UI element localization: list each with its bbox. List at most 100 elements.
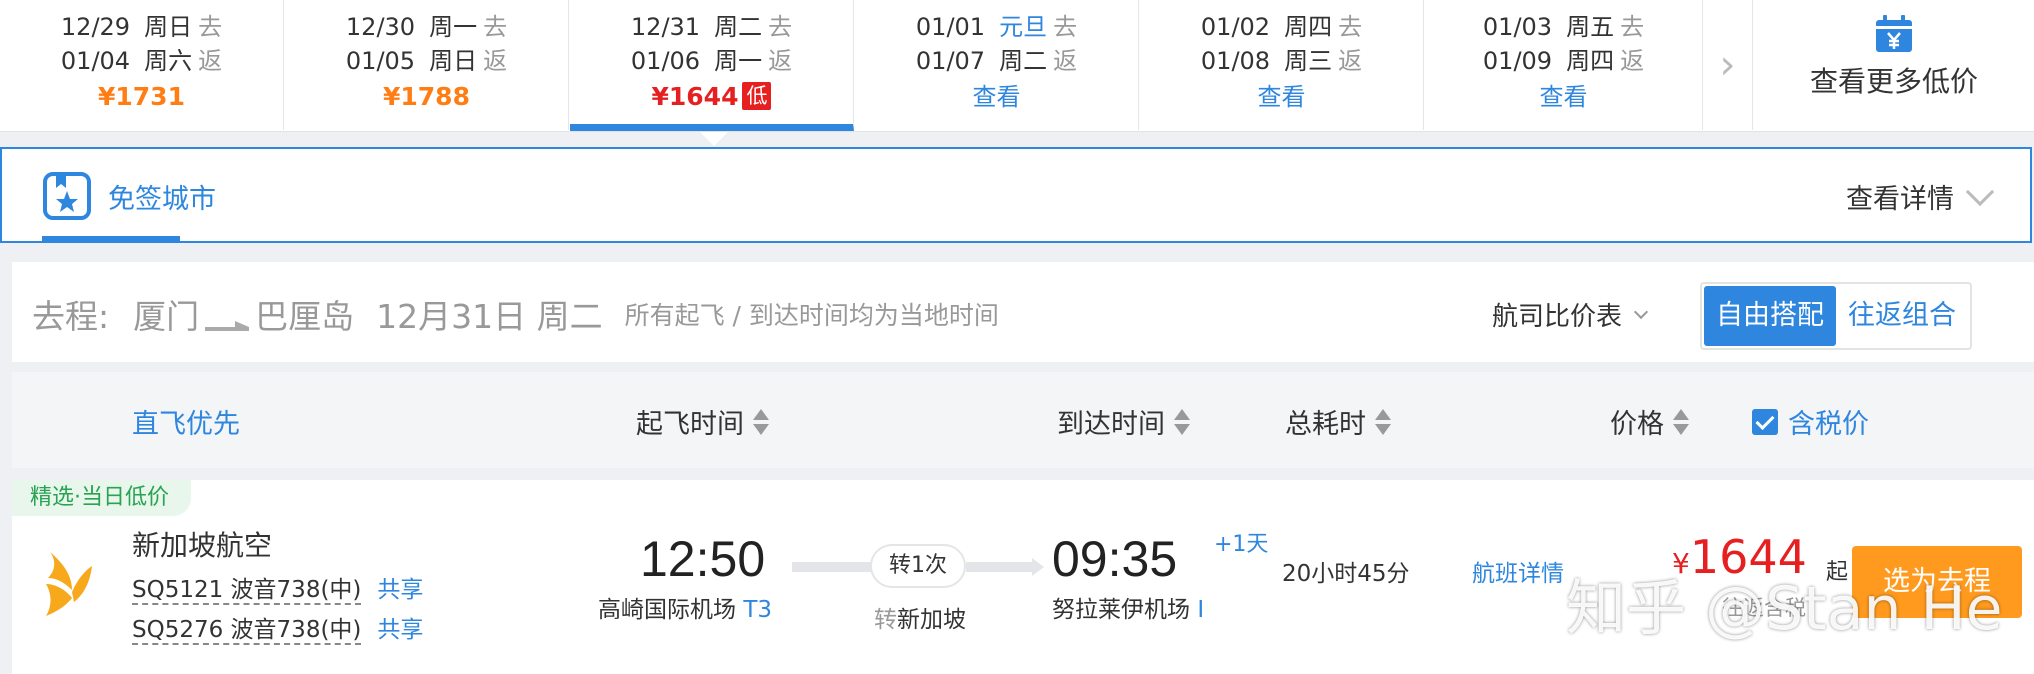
sort-price-label: 价格 — [1610, 409, 1664, 440]
travel-date: 12月31日 周二 — [376, 297, 603, 336]
next-day-indicator: +1天 — [1214, 532, 1269, 557]
flight-number[interactable]: SQ5121 波音738(中) — [132, 577, 362, 605]
selected-date-pointer — [700, 132, 728, 146]
ret-dir: 返 — [198, 47, 223, 75]
more-low-prices-label: 查看更多低价 — [1809, 65, 1978, 98]
tax-included-checkbox[interactable]: 含税价 — [1752, 402, 1869, 441]
sort-price[interactable]: 价格 — [1610, 402, 1690, 441]
transfer-city: 转新加坡 — [874, 600, 966, 634]
date-cell-1231-selected[interactable]: 12/31 周二去 01/06 周一返 ¥1644 低 — [570, 0, 854, 131]
visa-free-label: 免签城市 — [108, 183, 216, 215]
arrival-time: 09:35 — [1052, 531, 1178, 587]
airline-compare-label: 航司比价表 — [1492, 302, 1623, 332]
route-header: 去程: 厦门 巴厘岛 12月31日 周二 所有起飞 / 到达时间均为当地时间 航… — [12, 262, 2034, 362]
route-summary: 去程: 厦门 巴厘岛 12月31日 周二 所有起飞 / 到达时间均为当地时间 — [32, 290, 999, 338]
selected-low-price-tag: 精选·当日低价 — [12, 480, 191, 516]
date-cell-1229[interactable]: 12/29 周日去 01/04 周六返 ¥1731 — [0, 0, 284, 130]
ret-week: 周日 — [429, 47, 478, 75]
sort-duration-label: 总耗时 — [1285, 409, 1366, 440]
departure-airport-name: 高崎国际机场 — [598, 597, 736, 623]
dep-date: 01/01 — [915, 13, 986, 41]
dep-dir: 去 — [198, 13, 223, 41]
sort-direct-first[interactable]: 直飞优先 — [132, 402, 240, 441]
arrival-terminal: I — [1197, 597, 1205, 623]
ret-dir: 返 — [483, 47, 508, 75]
date-price-strip: 12/29 周日去 01/04 周六返 ¥1731 12/30 周一去 01/05 周日… — [0, 0, 2034, 132]
price-from-suffix: 起 — [1826, 560, 1849, 585]
round-trip-combo-option[interactable]: 往返组合 — [1836, 286, 1968, 346]
sort-depart-time[interactable]: 起飞时间 — [636, 402, 770, 441]
airline-compare-dropdown[interactable]: 航司比价表 — [1492, 296, 1649, 333]
flight-price: ¥1644 — [1672, 530, 1807, 584]
flight-number[interactable]: SQ5276 波音738(中) — [132, 617, 362, 645]
checkbox-checked-icon — [1752, 408, 1778, 435]
free-combo-option[interactable]: 自由搭配 — [1704, 286, 1836, 346]
sort-arrive-time[interactable]: 到达时间 — [1057, 402, 1191, 441]
view-price-link[interactable]: 查看 — [855, 78, 1138, 116]
ret-date: 01/04 — [60, 47, 131, 75]
lowest-badge: 低 — [742, 82, 772, 110]
chevron-right-icon: › — [1719, 42, 1736, 88]
dep-week: 周五 — [1566, 13, 1615, 41]
departure-time: 12:50 — [640, 531, 766, 587]
dep-dir: 去 — [768, 13, 793, 41]
transfer-prefix: 转 — [874, 607, 897, 633]
dep-week: 周二 — [714, 13, 763, 41]
departure-terminal: T3 — [743, 597, 772, 623]
sort-header: 直飞优先 起飞时间 到达时间 总耗时 价格 含税价 — [12, 372, 2034, 468]
dep-date: 01/02 — [1200, 13, 1271, 41]
date-price: ¥1731 — [98, 82, 185, 111]
dep-week: 周四 — [1284, 13, 1333, 41]
ret-dir: 返 — [768, 47, 793, 75]
codeshare-label: 共享 — [377, 577, 424, 603]
dep-dir: 去 — [483, 13, 508, 41]
ret-dir: 返 — [1053, 47, 1078, 75]
flight-row[interactable]: 精选·当日低价 新加坡航空 SQ5121 波音738(中) 共享 SQ5276 波… — [12, 480, 2034, 674]
ret-dir: 返 — [1620, 47, 1645, 75]
dep-date: 01/03 — [1482, 13, 1553, 41]
chevron-down-icon — [1965, 177, 1995, 206]
route-arrow-icon — [1032, 558, 1044, 576]
date-cell-0101[interactable]: 01/01 元旦去 01/07 周二返 查看 — [855, 0, 1139, 130]
codeshare-label: 共享 — [377, 617, 424, 643]
view-details-toggle[interactable]: 查看详情 — [1846, 177, 1995, 216]
ret-week: 周一 — [714, 47, 763, 75]
dep-date: 12/30 — [345, 13, 416, 41]
origin-city: 厦门 — [133, 297, 200, 336]
transfer-city-name: 新加坡 — [897, 607, 966, 633]
arrival-airport-name: 努拉莱伊机场 — [1052, 597, 1190, 623]
more-low-prices-button[interactable]: 查看更多低价 — [1754, 0, 2034, 130]
dep-date: 12/31 — [630, 13, 701, 41]
sort-arrows-icon — [1672, 408, 1690, 436]
dep-dir: 去 — [1338, 13, 1363, 41]
sort-duration[interactable]: 总耗时 — [1285, 402, 1392, 441]
route-line-right — [966, 562, 1034, 572]
direction-label: 去程: — [32, 297, 110, 336]
total-duration: 20小时45分 — [1282, 561, 1410, 587]
sort-arrows-icon — [752, 408, 770, 436]
trip-mode-toggle: 自由搭配 往返组合 — [1700, 282, 1972, 350]
ret-week: 周四 — [1566, 47, 1615, 75]
dep-week: 周一 — [429, 13, 478, 41]
flight-leg-2: SQ5276 波音738(中) 共享 — [132, 610, 424, 645]
tax-included-label: 含税价 — [1788, 409, 1869, 440]
date-price: ¥1644 — [651, 82, 739, 111]
visa-free-bar: 免签城市 查看详情 — [0, 147, 2032, 243]
date-cell-0103[interactable]: 01/03 周五去 01/09 周四返 查看 — [1425, 0, 1703, 130]
dep-week: 周日 — [144, 13, 193, 41]
date-cell-0102[interactable]: 01/02 周四去 01/08 周三返 查看 — [1140, 0, 1424, 130]
next-dates-button[interactable]: › — [1703, 0, 1753, 130]
view-price-link[interactable]: 查看 — [1425, 78, 1702, 116]
chevron-down-icon — [1633, 304, 1649, 319]
arrival-airport: 努拉莱伊机场 I — [1052, 590, 1204, 624]
ret-week: 周二 — [999, 47, 1048, 75]
tab-visa-free-cities[interactable]: 免签城市 — [42, 169, 216, 223]
sort-arrive-time-label: 到达时间 — [1057, 409, 1165, 440]
plane-arrow-icon — [205, 304, 250, 331]
view-price-link[interactable]: 查看 — [1140, 78, 1423, 116]
sort-depart-time-label: 起飞时间 — [636, 409, 744, 440]
flight-leg-1: SQ5121 波音738(中) 共享 — [132, 570, 424, 605]
select-outbound-button[interactable]: 选为去程 — [1852, 546, 2022, 618]
date-cell-1230[interactable]: 12/30 周一去 01/05 周日返 ¥1788 — [285, 0, 569, 130]
flight-details-link[interactable]: 航班详情 — [1472, 554, 1564, 588]
